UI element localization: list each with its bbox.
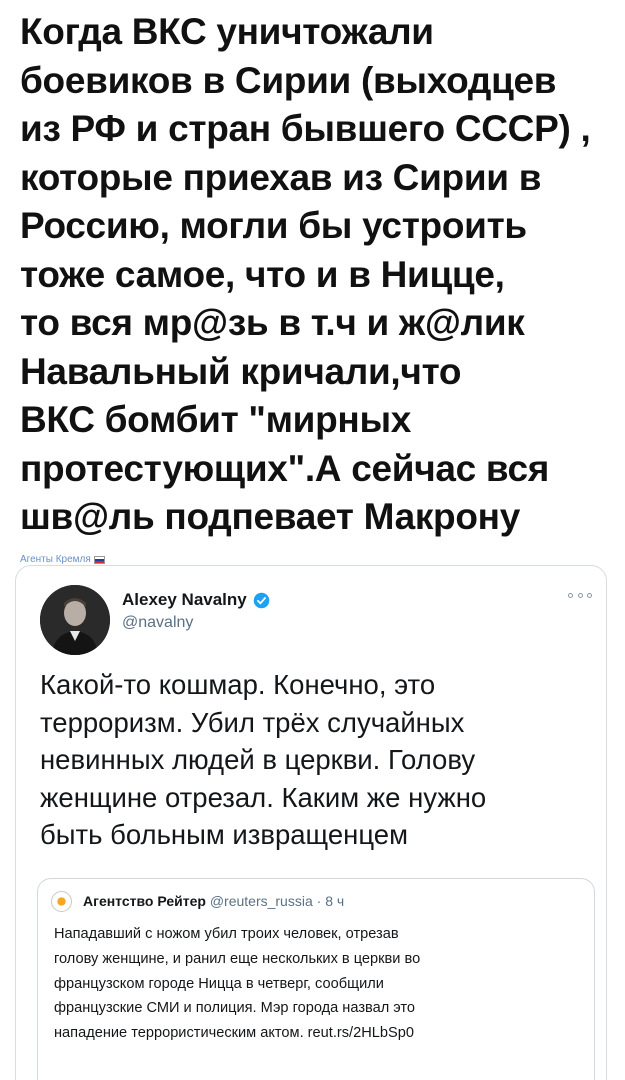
tweet-text: Какой-то кошмар. Конечно, это терроризм.… bbox=[40, 666, 580, 854]
quoted-tweet-card[interactable]: Агентство Рейтер @reuters_russia · 8 ч Н… bbox=[37, 878, 595, 1080]
headline-line: шв@ль подпевает Макрону bbox=[20, 496, 520, 537]
quoted-tweet-text: Нападавший с ножом убил троих человек, о… bbox=[54, 922, 584, 1046]
author-handle[interactable]: @navalny bbox=[122, 614, 193, 632]
more-options-icon[interactable] bbox=[568, 588, 592, 602]
author-name-text: Alexey Navalny bbox=[122, 590, 247, 609]
avatar[interactable] bbox=[40, 585, 110, 655]
quoted-author-avatar[interactable] bbox=[51, 891, 72, 912]
quoted-text-line: французские СМИ и полиция. Мэр города на… bbox=[54, 1000, 416, 1017]
headline-line: которые приехав из Сирии в bbox=[20, 156, 542, 198]
headline-line: Россию, могли бы устроить bbox=[20, 205, 527, 246]
quoted-time[interactable]: 8 ч bbox=[325, 893, 344, 909]
tweet-text-line: женщине отрезал. Каким же нужно bbox=[40, 781, 487, 813]
headline-line: из РФ и стран бывшего СССР) , bbox=[20, 108, 591, 149]
quoted-author-handle[interactable]: @reuters_russia bbox=[210, 893, 313, 909]
tweet-card[interactable]: Alexey Navalny @navalny Какой-то кошмар.… bbox=[15, 565, 607, 1080]
verified-badge-icon bbox=[253, 592, 270, 608]
headline-line: Когда ВКС уничтожали bbox=[20, 11, 434, 52]
headline-text: Когда ВКС уничтожали боевиков в Сирии (в… bbox=[20, 8, 610, 542]
tweet-text-line: невинных людей в церкви. Голову bbox=[40, 744, 476, 775]
quoted-tweet-header: Агентство Рейтер @reuters_russia · 8 ч bbox=[83, 893, 344, 909]
tweet-text-line: терроризм. Убил трёх случайных bbox=[40, 706, 465, 738]
tweet-text-line: быть больным извращенцем bbox=[40, 819, 409, 850]
quoted-author-name[interactable]: Агентство Рейтер bbox=[83, 893, 206, 909]
watermark: Агенты Кремля bbox=[20, 554, 105, 565]
russian-flag-icon bbox=[93, 555, 105, 564]
headline-line: тоже самое, что и в Ницце, bbox=[20, 253, 505, 295]
headline-line: боевиков в Сирии (выходцев bbox=[20, 59, 557, 101]
quoted-text-line: французском городе Ницца в четверг, сооб… bbox=[54, 975, 384, 992]
avatar-portrait-icon bbox=[40, 585, 110, 655]
tweet-text-line: Какой-то кошмар. Конечно, это bbox=[40, 669, 436, 700]
headline-line: то вся мр@зь в т.ч и ж@лик bbox=[20, 302, 525, 343]
quoted-separator: · bbox=[316, 893, 322, 909]
headline-line: протестующих".А сейчас вся bbox=[20, 447, 550, 489]
quoted-text-line: нападение террористическим актом. reut.r… bbox=[54, 1025, 414, 1042]
quoted-text-line: Нападавший с ножом убил троих человек, о… bbox=[54, 926, 399, 942]
watermark-text: Агенты Кремля bbox=[20, 554, 91, 565]
quoted-text-line: голову женщине, и ранил еще нескольких в… bbox=[54, 950, 421, 967]
headline-line: ВКС бомбит "мирных bbox=[20, 399, 412, 440]
author-name[interactable]: Alexey Navalny bbox=[122, 590, 270, 610]
headline-line: Навальный кричали,что bbox=[20, 350, 462, 392]
